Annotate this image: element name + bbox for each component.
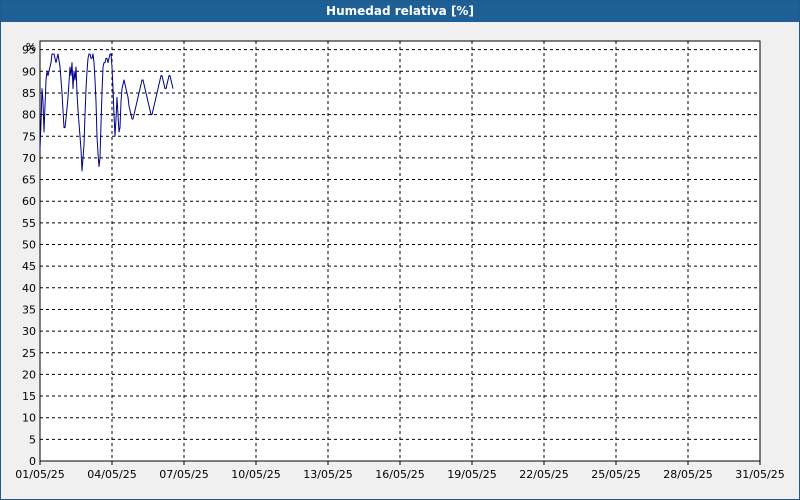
x-tick-labels: 01/05/25 04/05/25 07/05/25 10/05/25 13/05/25… <box>15 468 784 481</box>
y-tick-label: 40 <box>22 282 36 295</box>
y-tick-label: 50 <box>22 239 36 252</box>
chart-window: Humedad relativa [%] 0 5 10 15 20 25 30 35 40 45 5… <box>0 0 800 500</box>
y-tick-label: 5 <box>29 433 36 446</box>
chart-title: Humedad relativa [%] <box>1 1 799 22</box>
y-unit-label: % <box>26 41 36 54</box>
y-tick-labels: 05101520253035404550556065707580859095 <box>22 44 36 468</box>
y-tick-label: 75 <box>22 130 36 143</box>
y-tick-label: 60 <box>22 195 36 208</box>
y-tick-label: 70 <box>22 152 36 165</box>
humidity-chart: 05101520253035404550556065707580859095 0… <box>15 40 785 481</box>
x-tick-label: 22/05/25 <box>519 468 568 481</box>
y-tick-label: 85 <box>22 87 36 100</box>
y-tick-label: 35 <box>22 303 36 316</box>
x-tick-label: 07/05/25 <box>159 468 208 481</box>
x-tick-label: 10/05/25 <box>231 468 280 481</box>
y-tick-label: 25 <box>22 347 36 360</box>
y-tick-label: 0 <box>29 455 36 468</box>
y-tick-label: 55 <box>22 217 36 230</box>
x-tick-label: 16/05/25 <box>375 468 424 481</box>
y-tick-label: 45 <box>22 260 36 273</box>
y-tick-label: 30 <box>22 325 36 338</box>
x-tick-label: 31/05/25 <box>735 468 784 481</box>
x-tick-label: 01/05/25 <box>15 468 64 481</box>
y-tick-label: 15 <box>22 390 36 403</box>
y-tick-label: 65 <box>22 174 36 187</box>
x-tick-label: 19/05/25 <box>447 468 496 481</box>
y-tick-label: 90 <box>22 65 36 78</box>
x-tick-label: 25/05/25 <box>591 468 640 481</box>
x-tick-label: 13/05/25 <box>303 468 352 481</box>
y-tick-label: 20 <box>22 368 36 381</box>
x-tick-label: 04/05/25 <box>87 468 136 481</box>
x-tick-label: 28/05/25 <box>663 468 712 481</box>
y-tick-label: 80 <box>22 109 36 122</box>
y-tick-label: 10 <box>22 412 36 425</box>
